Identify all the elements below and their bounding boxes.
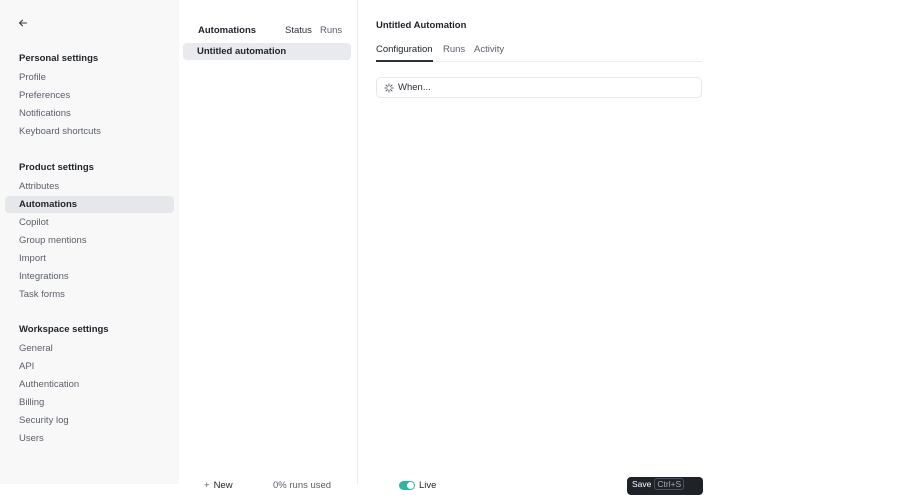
save-shortcut-hint: Ctrl+S bbox=[654, 478, 685, 490]
sidebar-item-import[interactable]: Import bbox=[5, 250, 174, 267]
tab-activity[interactable]: Activity bbox=[474, 44, 504, 60]
trigger-sparkle-icon bbox=[384, 82, 394, 93]
sidebar-item-copilot[interactable]: Copilot bbox=[5, 214, 174, 231]
sidebar-item-billing[interactable]: Billing bbox=[5, 394, 174, 411]
tab-configuration[interactable]: Configuration bbox=[376, 44, 433, 62]
sidebar-item-automations[interactable]: Automations bbox=[5, 196, 174, 213]
sidebar-item-task-forms[interactable]: Task forms bbox=[5, 286, 174, 303]
tab-runs[interactable]: Runs bbox=[443, 44, 465, 60]
sidebar-item-preferences[interactable]: Preferences bbox=[5, 87, 174, 104]
detail-tabs: Configuration Runs Activity bbox=[376, 44, 702, 62]
workspace-settings-heading: Workspace settings bbox=[19, 324, 109, 335]
sidebar-item-general[interactable]: General bbox=[5, 340, 174, 357]
sidebar-item-integrations[interactable]: Integrations bbox=[5, 268, 174, 285]
sidebar-item-profile[interactable]: Profile bbox=[5, 69, 174, 86]
sidebar-item-authentication[interactable]: Authentication bbox=[5, 376, 174, 393]
automation-row[interactable]: Untitled automation bbox=[183, 43, 351, 60]
arrow-left-icon bbox=[18, 19, 28, 27]
sidebar-item-attributes[interactable]: Attributes bbox=[5, 178, 174, 195]
new-automation-button[interactable]: + New bbox=[204, 478, 233, 494]
runs-column-header[interactable]: Runs bbox=[320, 25, 342, 36]
save-button-label: Save bbox=[632, 479, 652, 489]
personal-settings-heading: Personal settings bbox=[19, 53, 99, 64]
back-button[interactable] bbox=[15, 15, 31, 31]
status-column-header[interactable]: Status bbox=[285, 25, 312, 36]
automations-list-title: Automations bbox=[198, 25, 257, 36]
sidebar-item-notifications[interactable]: Notifications bbox=[5, 105, 174, 122]
sidebar-item-api[interactable]: API bbox=[5, 358, 174, 375]
plus-icon: + bbox=[204, 480, 210, 491]
settings-sidebar: Personal settings Profile Preferences No… bbox=[0, 0, 179, 484]
automations-list-panel: Automations Status Runs Untitled automat… bbox=[179, 0, 358, 491]
sidebar-item-keyboard-shortcuts[interactable]: Keyboard shortcuts bbox=[5, 123, 174, 140]
automation-title: Untitled Automation bbox=[376, 20, 467, 31]
save-button[interactable]: Save Ctrl+S bbox=[627, 477, 703, 495]
live-toggle[interactable] bbox=[399, 481, 415, 490]
new-automation-label: New bbox=[213, 480, 233, 491]
sidebar-item-users[interactable]: Users bbox=[5, 430, 174, 447]
automation-detail-panel: Untitled Automation Configuration Runs A… bbox=[358, 0, 900, 495]
live-label: Live bbox=[419, 480, 437, 491]
runs-used-indicator: 0% runs used bbox=[273, 480, 332, 491]
sidebar-item-group-mentions[interactable]: Group mentions bbox=[5, 232, 174, 249]
sidebar-item-security-log[interactable]: Security log bbox=[5, 412, 174, 429]
trigger-card[interactable]: When... bbox=[376, 77, 702, 98]
trigger-placeholder: When... bbox=[398, 82, 431, 93]
product-settings-heading: Product settings bbox=[19, 162, 94, 173]
